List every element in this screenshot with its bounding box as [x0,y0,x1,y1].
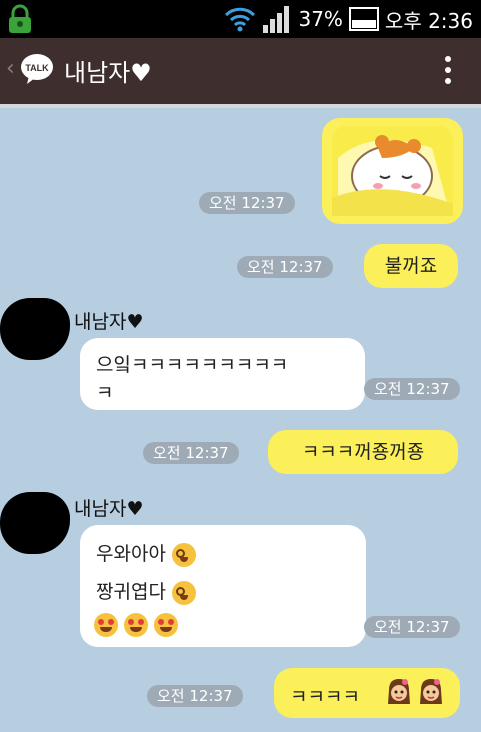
message-text: ㅋㅋㅋㅋ [290,686,360,708]
wifi-icon [225,7,256,32]
back-chevron-icon[interactable]: ‹ [6,56,15,81]
message-text-line1: 으잌ㅋㅋㅋㅋㅋㅋㅋㅋㅋ [96,354,289,376]
friend-message-bubble[interactable]: 우와아아 짱귀엽다 [80,525,366,647]
message-time: 오전 12:37 [364,378,460,400]
battery-percent: 37% [298,7,343,31]
my-message-bubble[interactable]: ㅋㅋㅋ꺼죵꺼죵 [268,430,458,474]
divider [0,104,481,108]
message-time: 오전 12:37 [143,442,239,464]
status-bar: 37% 오후 2:36 [0,0,481,38]
sender-name: 내남자♥ [74,498,144,520]
sleeping-hamster-sticker [332,126,453,216]
dizzy-face-emoji-icon [171,542,196,567]
my-message-bubble[interactable]: 불꺼죠 [364,244,458,288]
lock-icon [9,4,31,33]
chat-header: ‹ TALK 내남자♥ [0,38,481,104]
message-time: 오전 12:37 [199,192,295,214]
message-time: 오전 12:37 [364,616,460,638]
more-options-icon[interactable] [445,56,451,89]
heart-eyes-row [94,613,179,637]
heart-eyes-emoji-icon [124,613,149,637]
message-text: ㅋㅋㅋ꺼죵꺼죵 [301,441,425,463]
girl-face-emoji-icon [388,679,410,704]
battery-icon [348,7,379,31]
girl-face-emoji-icon [420,679,443,704]
message-text-line2: 짱귀엽다 [96,581,166,603]
message-text: 불꺼죠 [384,255,438,277]
message-time: 오전 12:37 [147,685,243,707]
message-time: 오전 12:37 [237,256,333,278]
kakaotalk-logo: TALK [21,54,53,84]
dizzy-face-emoji-icon [171,580,196,605]
sticker-bubble[interactable] [322,118,463,224]
chat-room-title: 내남자♥ [64,59,152,87]
signal-icon [263,6,290,33]
avatar[interactable] [0,298,70,360]
status-clock: 오후 2:36 [384,8,473,33]
heart-eyes-emoji-icon [154,613,179,637]
svg-text:TALK: TALK [25,63,49,73]
my-message-bubble[interactable]: ㅋㅋㅋㅋ [274,668,460,718]
friend-message-bubble[interactable]: 으잌ㅋㅋㅋㅋㅋㅋㅋㅋㅋ ㅋ [80,338,365,410]
heart-eyes-emoji-icon [94,613,118,637]
avatar[interactable] [0,492,70,554]
message-text-line2: ㅋ [96,382,114,404]
sender-name: 내남자♥ [74,311,144,333]
message-text-line1: 우와아아 [96,543,166,565]
